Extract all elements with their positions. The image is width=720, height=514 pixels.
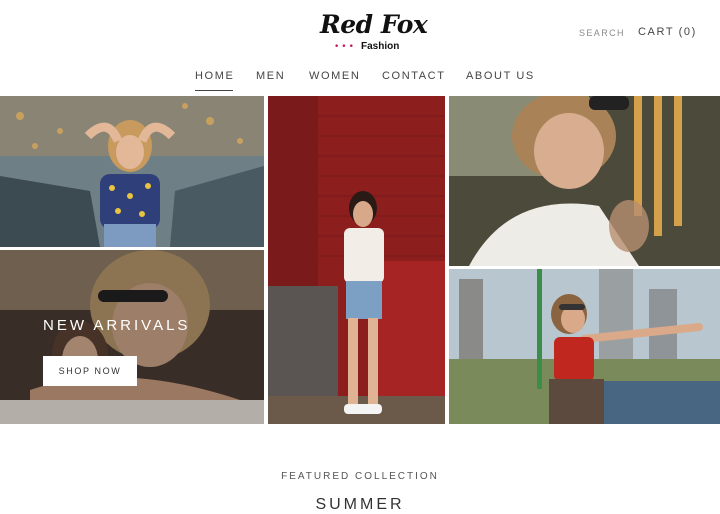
nav-item-contact[interactable]: CONTACT [382,70,446,82]
hero-title: NEW ARRIVALS [43,317,191,334]
logo-subtitle: Fashion [361,41,400,52]
nav-item-women[interactable]: WOMEN [309,70,360,82]
featured-collection-title: SUMMER [315,496,405,513]
site-header: Red Fox ••• Fashion SEARCH CART (0) HOME… [0,0,720,96]
logo-dots: ••• [334,42,356,52]
search-link[interactable]: SEARCH [579,28,625,38]
woman-rooftop-photo [0,96,264,247]
cart-link[interactable]: CART (0) [638,26,697,38]
nav-item-about-us[interactable]: ABOUT US [466,70,535,82]
featured-collection-label: FEATURED COLLECTION [281,471,439,482]
brand-logo[interactable]: Red Fox ••• Fashion [318,10,428,56]
main-nav: HOME MEN WOMEN CONTACT ABOUT US [0,70,720,96]
hero-banner: NEW ARRIVALS SHOP NOW [0,96,720,424]
woman-brick-wall-photo [268,96,445,424]
shop-now-button[interactable]: SHOP NOW [43,356,137,386]
logo-script-text: Red Fox [320,10,428,39]
nav-item-men[interactable]: MEN [256,70,285,82]
nav-item-home[interactable]: HOME [195,70,234,91]
woman-pointing-photo [449,269,720,424]
couple-embrace-photo [0,250,264,424]
man-sunglasses-photo [449,96,720,266]
